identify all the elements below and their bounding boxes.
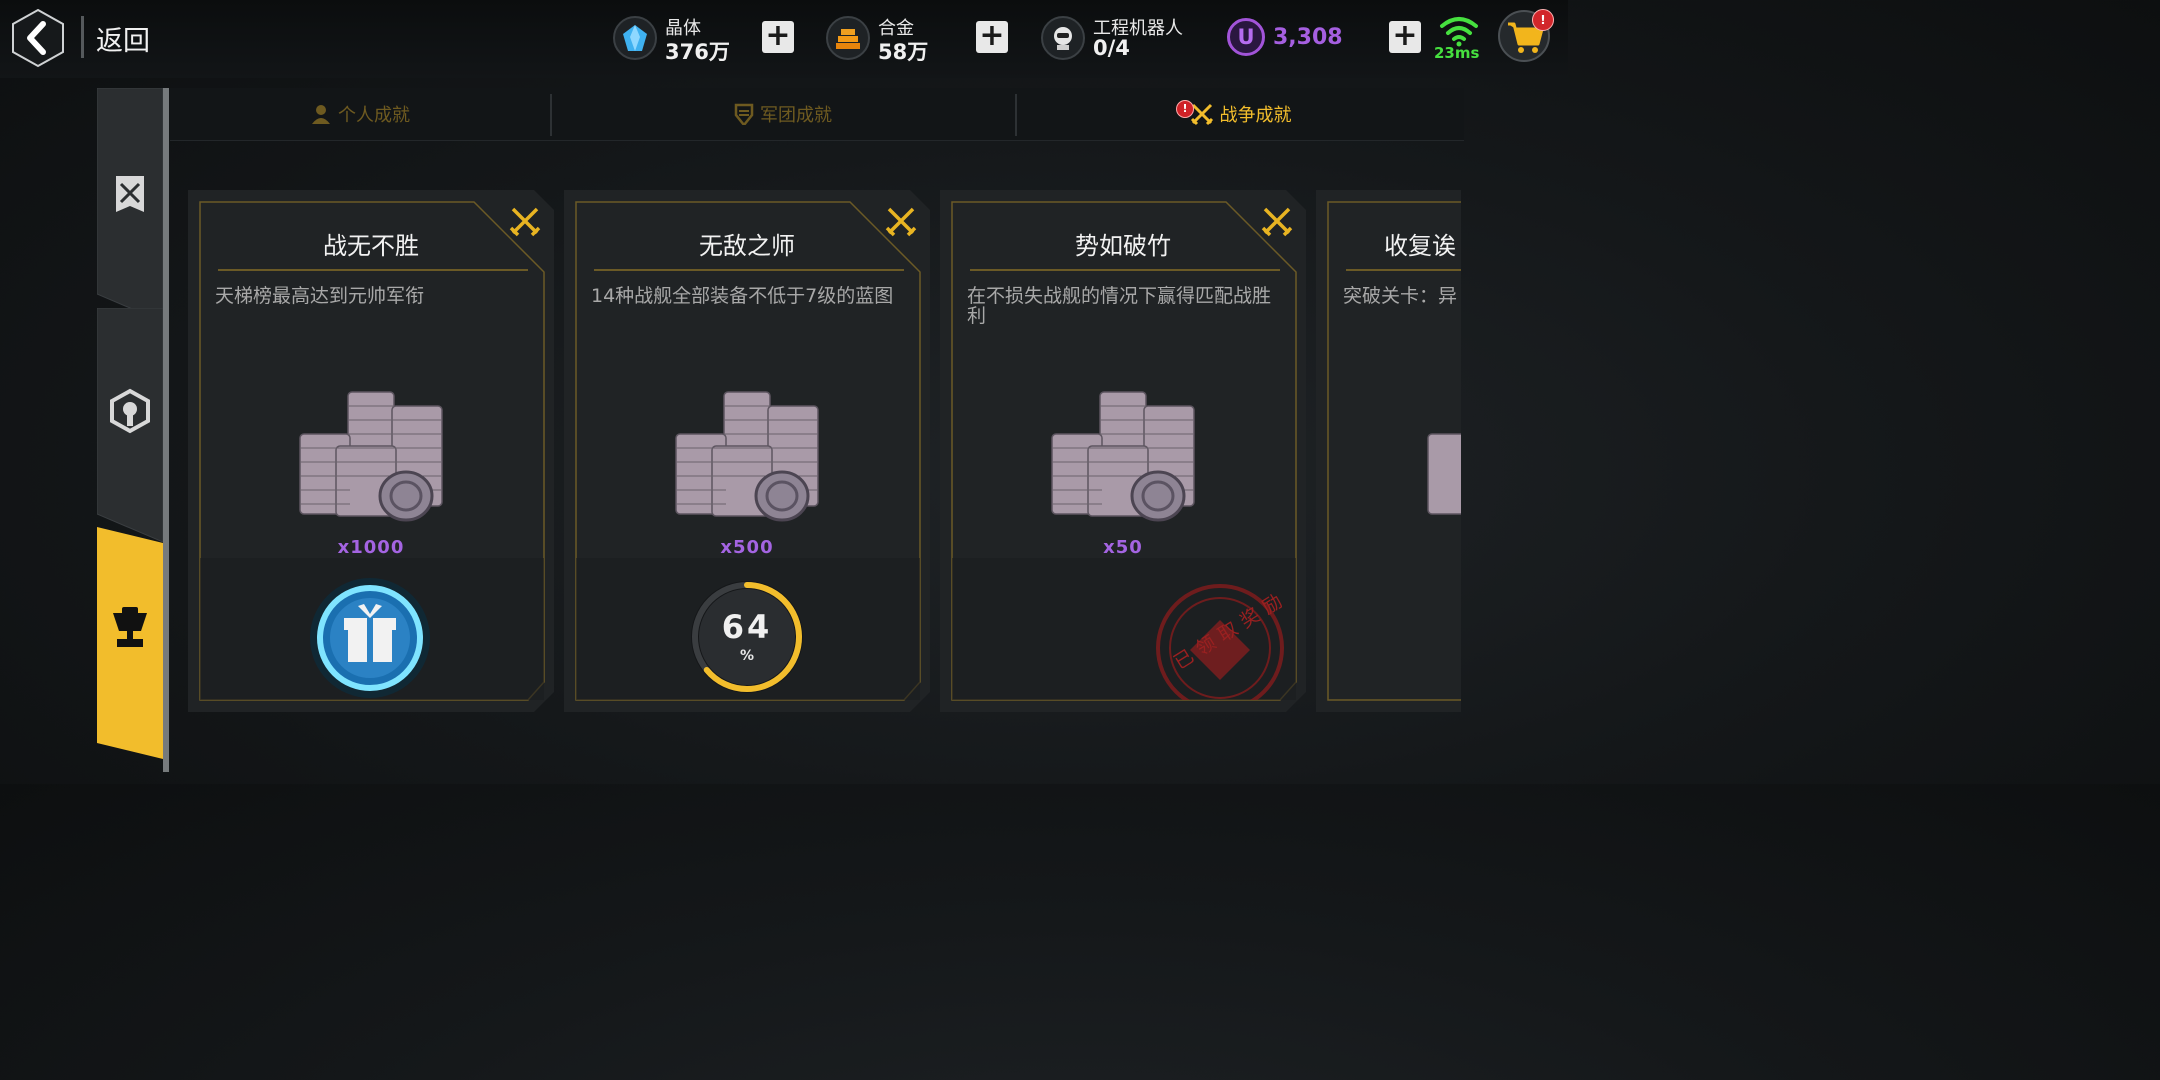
card-description: 14种战舰全部装备不低于7级的蓝图: [591, 285, 894, 307]
robot-value: 0/4: [1093, 36, 1130, 60]
achievement-card[interactable]: 战无不胜 天梯榜最高达到元帅军衔 x1000: [188, 190, 554, 712]
side-tab-war[interactable]: [97, 88, 163, 324]
back-button[interactable]: [10, 8, 66, 68]
tab-legion-label: 军团成就: [760, 105, 832, 126]
card-title: 战无不胜: [323, 232, 419, 260]
crystal-icon: [613, 16, 657, 60]
reward-quantity: x50: [1103, 537, 1143, 558]
cart-badge: !: [1532, 9, 1554, 31]
progress-unit: %: [739, 648, 755, 664]
achievement-card[interactable]: 无敌之师 14种战舰全部装备不低于7级的蓝图 x500 64 %: [564, 190, 930, 712]
tab-legion[interactable]: 军团成就: [552, 88, 1014, 140]
card-title: 势如破竹: [1075, 232, 1171, 260]
tab-war[interactable]: 战争成就: [1017, 88, 1464, 140]
achievement-card-list[interactable]: 战无不胜 天梯榜最高达到元帅军衔 x1000 无敌之师 14种战舰全部装备不低于…: [170, 188, 1461, 718]
resource-robot: 工程机器人 0/4: [1041, 14, 1221, 64]
legion-shield-icon: [734, 103, 754, 125]
side-tab-emblem[interactable]: [97, 308, 163, 544]
side-tab-rail: [163, 88, 169, 772]
achievement-card[interactable]: 收复诶 突破关卡：异: [1316, 190, 1461, 712]
achievement-card[interactable]: 势如破竹 在不损失战舰的情况下赢得匹配战胜利 x50 已领取奖励: [940, 190, 1306, 712]
card-description: 突破关卡：异: [1343, 285, 1458, 307]
tab-war-label: 战争成就: [1219, 105, 1292, 126]
claim-reward-button[interactable]: [306, 574, 434, 702]
coin-stack-icon: [299, 391, 443, 522]
emblem-icon: [110, 388, 150, 434]
add-premium-button[interactable]: +: [1389, 21, 1421, 53]
reward-quantity: x500: [720, 537, 774, 558]
progress-value: 64: [721, 608, 773, 646]
tab-personal-label: 个人成就: [338, 105, 410, 126]
alloy-value: 58万: [878, 40, 929, 64]
add-crystal-button[interactable]: +: [762, 21, 794, 53]
achievement-tabs: 个人成就 军团成就 战争成就 !: [170, 88, 1464, 141]
resource-alloy: 合金 58万: [826, 14, 956, 64]
trophy-fist-icon: [113, 607, 147, 647]
header-divider: [81, 16, 84, 58]
crystal-value: 376万: [665, 40, 730, 64]
reward-quantity: x1000: [337, 537, 405, 558]
side-tab-trophy[interactable]: [97, 527, 163, 763]
premium-currency-value: 3,308: [1273, 25, 1343, 50]
card-description: 在不损失战舰的情况下赢得匹配战胜利: [967, 285, 1272, 327]
tab-war-badge: !: [1176, 100, 1194, 118]
back-label[interactable]: 返回: [96, 19, 150, 58]
person-icon: [312, 105, 330, 124]
achievement-progress: 64 %: [688, 578, 806, 696]
coin-stack-icon: [1427, 433, 1461, 515]
ping-value: 23ms: [1434, 44, 1480, 62]
war-banner-icon: [116, 176, 144, 212]
card-description: 天梯榜最高达到元帅军衔: [215, 285, 425, 307]
card-title: 收复诶: [1384, 232, 1456, 260]
resource-crystal: 晶体 376万: [613, 14, 743, 64]
tab-personal[interactable]: 个人成就: [170, 88, 550, 140]
premium-currency-icon: U: [1227, 18, 1265, 56]
add-alloy-button[interactable]: +: [976, 21, 1008, 53]
coin-stack-icon: [675, 391, 819, 522]
alloy-icon: [826, 16, 870, 60]
robot-icon: [1041, 16, 1085, 60]
coin-stack-icon: [1051, 391, 1195, 522]
card-title: 无敌之师: [699, 232, 795, 260]
